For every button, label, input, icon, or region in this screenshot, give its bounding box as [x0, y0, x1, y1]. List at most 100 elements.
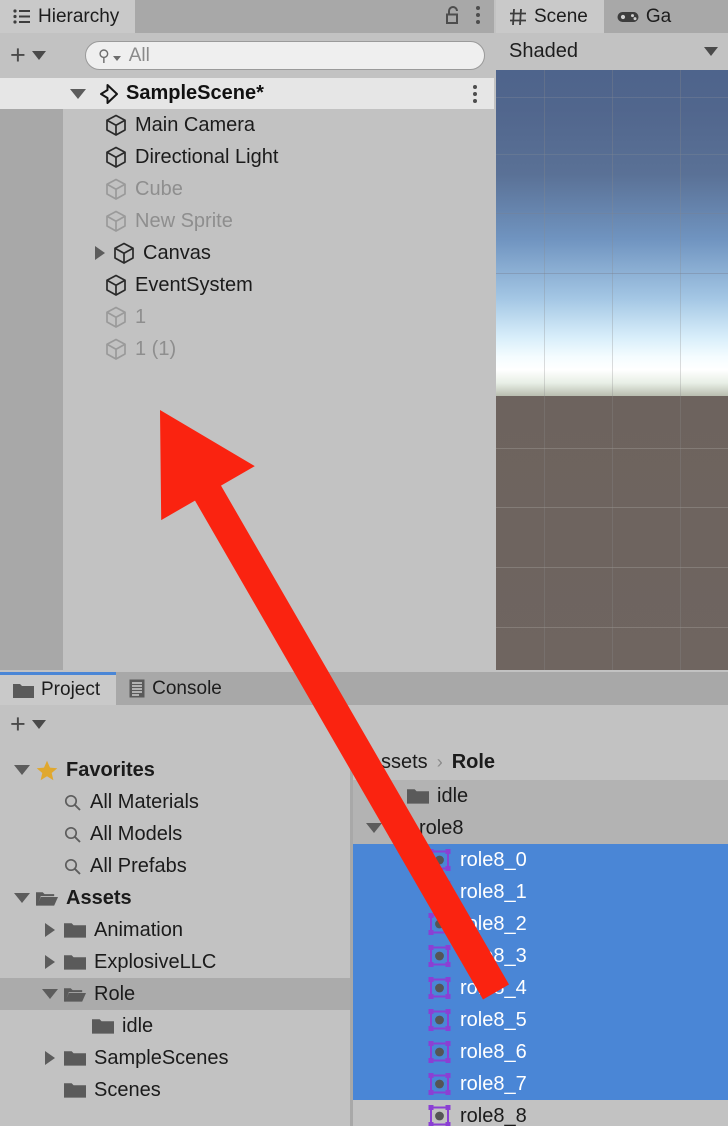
asset-row-role8-5[interactable]: role8_5 [353, 1004, 728, 1036]
asset-row-role8-3[interactable]: role8_3 [353, 940, 728, 972]
hierarchy-item-canvas[interactable]: Canvas [63, 237, 494, 269]
sprite-icon [427, 848, 452, 872]
asset-row-role8-4[interactable]: role8_4 [353, 972, 728, 1004]
asset-row-label: role8_6 [460, 1040, 527, 1063]
project-tree-item-label: SampleScenes [94, 1046, 229, 1069]
kebab-menu-icon[interactable] [476, 6, 480, 24]
project-tree-item-role[interactable]: Role [0, 978, 350, 1010]
asset-row-role8[interactable]: role8 [353, 812, 728, 844]
scene-viewport[interactable] [496, 70, 728, 670]
breadcrumb-current[interactable]: Role [452, 751, 495, 774]
chevron-down-icon [31, 51, 46, 60]
search-icon: ⚲ [98, 47, 110, 65]
hierarchy-item-1[interactable]: 1 [63, 301, 494, 333]
chevron-right-icon[interactable] [45, 923, 55, 937]
lock-open-icon[interactable] [445, 5, 462, 25]
asset-row-role8-8[interactable]: role8_8 [353, 1100, 728, 1126]
project-tree-item-label: All Prefabs [90, 854, 187, 877]
chevron-down-icon[interactable] [14, 765, 30, 775]
asset-row-role8-2[interactable]: role8_2 [353, 908, 728, 940]
asset-row-label: role8 [419, 816, 464, 839]
sprite-icon [427, 1040, 452, 1064]
chevron-right-icon[interactable] [45, 1051, 55, 1065]
hierarchy-item-directional-light[interactable]: Directional Light [63, 141, 494, 173]
gamepad-icon [617, 10, 639, 24]
project-tree-item-all-materials[interactable]: All Materials [0, 786, 350, 818]
tab-scene-label: Scene [534, 5, 588, 27]
chevron-right-icon[interactable] [95, 246, 105, 260]
hierarchy-item-label: Main Camera [135, 113, 256, 136]
create-asset-button[interactable]: + [10, 711, 46, 738]
folder-icon [64, 1050, 86, 1067]
tab-console-label: Console [152, 677, 222, 699]
asset-row-role8-6[interactable]: role8_6 [353, 1036, 728, 1068]
asset-row-label: role8_2 [460, 912, 527, 935]
folder-icon [407, 788, 429, 805]
project-tree-item-samplescenes[interactable]: SampleScenes [0, 1042, 350, 1074]
hierarchy-item-1-1[interactable]: 1 (1) [63, 333, 494, 365]
search-icon [64, 794, 82, 812]
hierarchy-item-label: New Sprite [135, 209, 233, 232]
project-tree-item-label: ExplosiveLLC [94, 950, 217, 973]
hierarchy-item-cube[interactable]: Cube [63, 173, 494, 205]
search-icon [64, 826, 82, 844]
project-tabbar: Project Console [0, 672, 728, 705]
gameobject-cube-icon [105, 146, 127, 169]
asset-row-label: role8_4 [460, 976, 527, 999]
breadcrumb-root[interactable]: ssets [381, 751, 428, 774]
hierarchy-item-eventsystem[interactable]: EventSystem [63, 269, 494, 301]
hierarchy-item-main-camera[interactable]: Main Camera [63, 109, 494, 141]
console-icon [129, 679, 145, 698]
tab-project[interactable]: Project [0, 672, 117, 705]
asset-row-role8-1[interactable]: role8_1 [353, 876, 728, 908]
tab-game[interactable]: Ga [603, 0, 688, 33]
hierarchy-item-label: 1 [135, 305, 147, 328]
breadcrumb-separator-icon: › [436, 751, 443, 772]
asset-row-idle[interactable]: idle [353, 780, 728, 812]
folder-open-icon [36, 890, 58, 907]
hierarchy-search-input[interactable]: ⚲ All [85, 41, 485, 70]
project-tree-item-idle[interactable]: idle [0, 1010, 350, 1042]
folder-icon [64, 1082, 86, 1099]
scene-view-panel: Scene Ga Shaded [496, 0, 728, 670]
folder-icon [64, 954, 86, 971]
scene-kebab-menu-icon[interactable] [473, 84, 477, 103]
asset-row-label: role8_8 [460, 1104, 527, 1126]
asset-row-role8-7[interactable]: role8_7 [353, 1068, 728, 1100]
chevron-down-icon[interactable] [42, 989, 58, 999]
hierarchy-item-new-sprite[interactable]: New Sprite [63, 205, 494, 237]
create-gameobject-button[interactable]: + [10, 42, 46, 69]
chevron-down-icon[interactable] [14, 893, 30, 903]
tab-console[interactable]: Console [116, 672, 238, 705]
hierarchy-scene-row[interactable]: SampleScene* [0, 78, 494, 109]
project-asset-list: ssets › Role idle role8 role8_0 role8_1role… [353, 744, 728, 1126]
tab-scene[interactable]: Scene [496, 0, 604, 33]
project-panel: Project Console + Favorites All Materials… [0, 672, 728, 1126]
project-tree-item-scenes[interactable]: Scenes [0, 1074, 350, 1106]
gameobject-cube-icon [105, 178, 127, 201]
project-tree-item-label: All Materials [90, 790, 199, 813]
scene-expand-toggle-icon[interactable] [70, 88, 86, 99]
search-icon [64, 858, 82, 876]
project-tree-item-explosivellc[interactable]: ExplosiveLLC [0, 946, 350, 978]
asset-row-label: idle [437, 784, 469, 807]
gameobject-cube-icon [105, 338, 127, 361]
chevron-down-icon[interactable] [366, 823, 382, 833]
asset-row-label: role8_7 [460, 1072, 527, 1095]
hierarchy-tabbar: Hierarchy [0, 0, 494, 33]
asset-row-role8-0[interactable]: role8_0 [353, 844, 728, 876]
draw-mode-chevron-down-icon[interactable] [704, 46, 718, 56]
tab-hierarchy[interactable]: Hierarchy [0, 0, 136, 33]
tab-game-label: Ga [645, 5, 672, 27]
plus-icon: + [10, 709, 26, 739]
project-tree-item-animation[interactable]: Animation [0, 914, 350, 946]
folder-icon [64, 922, 86, 939]
scene-tabbar: Scene Ga [496, 0, 728, 33]
project-tree-item-favorites[interactable]: Favorites [0, 754, 350, 786]
project-tree-item-all-models[interactable]: All Models [0, 818, 350, 850]
gameobject-cube-icon [105, 210, 127, 233]
chevron-right-icon[interactable] [45, 955, 55, 969]
project-tree-item-all-prefabs[interactable]: All Prefabs [0, 850, 350, 882]
project-tree-item-assets[interactable]: Assets [0, 882, 350, 914]
draw-mode-dropdown[interactable]: Shaded [509, 40, 578, 63]
